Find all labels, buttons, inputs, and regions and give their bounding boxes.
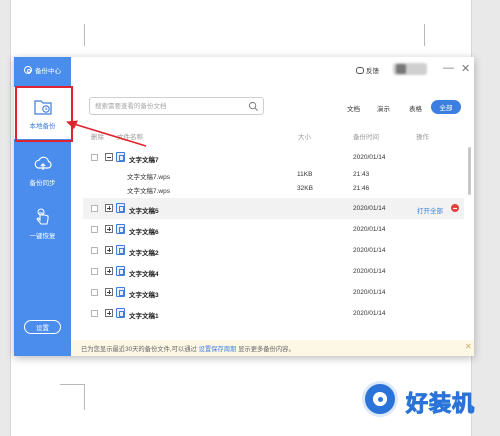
- backup-time: 2020/01/14: [353, 205, 386, 212]
- margin-mark: [84, 384, 85, 410]
- sidebar-item-label: 备份同步: [29, 179, 56, 187]
- collapse-toggle-icon[interactable]: [105, 153, 113, 161]
- row-checkbox[interactable]: [91, 268, 98, 275]
- file-name: 文字文稿7: [129, 157, 159, 164]
- sidebar-item-label: 一键恢复: [29, 232, 56, 240]
- tab-all[interactable]: 全部: [431, 100, 461, 114]
- tab-spreadsheets[interactable]: 表格: [409, 103, 422, 113]
- backup-time: 2020/01/14: [353, 268, 386, 275]
- expand-toggle-icon[interactable]: [105, 309, 113, 317]
- row-checkbox[interactable]: [91, 205, 98, 212]
- subrow-file-name: 文字文稿7.wps: [127, 174, 170, 181]
- chat-icon: [356, 66, 364, 74]
- watermark-logo-icon: [362, 381, 398, 417]
- table-row[interactable]: 文字文稿6 2020/01/14: [83, 219, 464, 240]
- settings-button[interactable]: 设置: [24, 320, 61, 334]
- file-name: 文字文稿4: [129, 271, 159, 278]
- delete-icon[interactable]: [451, 204, 459, 212]
- expand-toggle-icon[interactable]: [105, 246, 113, 254]
- feedback-button[interactable]: 反馈: [356, 65, 379, 75]
- minimize-button[interactable]: —: [443, 62, 454, 74]
- backup-time: 2020/01/14: [353, 247, 386, 254]
- sidebar-header: 备份中心: [14, 57, 71, 83]
- file-name: 文字文稿2: [129, 250, 159, 257]
- subrow-size: 11KB: [297, 171, 313, 178]
- sidebar-item-one-click-restore[interactable]: 一键恢复: [14, 197, 71, 249]
- cloud-upload-icon: [34, 156, 52, 170]
- column-header-ops: 操作: [416, 134, 429, 141]
- backup-time: 2020/01/14: [353, 289, 386, 296]
- document-icon: [116, 152, 125, 162]
- expand-toggle-icon[interactable]: [105, 267, 113, 275]
- backup-time: 2020/01/14: [353, 226, 386, 233]
- footer-notice: 已为您显示最近30天的备份文件,可以通过 设置保存周期 显示更多备份内容。 ✕: [71, 340, 474, 356]
- backup-center-dialog: 备份中心 本地备份 备份同步 一键恢复 设置 反馈 — ✕ 搜索需要查看的备份文…: [14, 57, 474, 356]
- expand-toggle-icon[interactable]: [105, 288, 113, 296]
- watermark-text: 好装机: [405, 391, 476, 417]
- expand-toggle-icon[interactable]: [105, 225, 113, 233]
- row-checkbox[interactable]: [91, 154, 98, 161]
- sidebar-title: 备份中心: [35, 68, 61, 75]
- subrow-time: 21:43: [353, 171, 370, 178]
- row-checkbox[interactable]: [91, 226, 98, 233]
- search-box[interactable]: [89, 97, 264, 115]
- footer-text-start: 已为您显示最近30天的备份文件,可以通过: [81, 346, 197, 353]
- file-name: 文字文稿3: [129, 292, 159, 299]
- margin-mark: [84, 24, 85, 46]
- file-name: 文字文稿1: [129, 313, 159, 320]
- footer-close-button[interactable]: ✕: [465, 342, 472, 351]
- close-button[interactable]: ✕: [461, 62, 470, 75]
- document-icon: [116, 287, 125, 297]
- subrow-time: 21:46: [353, 185, 370, 192]
- subrow[interactable]: 文字文稿7.wps 11KB 21:43: [83, 168, 464, 182]
- margin-mark: [60, 384, 84, 385]
- retention-settings-link[interactable]: 设置保存周期: [199, 346, 237, 353]
- main-panel: 反馈 — ✕ 文档 演示 表格 全部 删除 文件名称 大小 备份时间 操作: [71, 57, 474, 356]
- feedback-label: 反馈: [366, 68, 379, 75]
- document-icon: [116, 224, 125, 234]
- document-icon: [116, 308, 125, 318]
- row-checkbox[interactable]: [91, 289, 98, 296]
- backup-time: 2020/01/14: [353, 310, 386, 317]
- topbar: 反馈 — ✕: [71, 57, 474, 83]
- file-name: 文字文稿6: [129, 229, 159, 236]
- tab-presentations[interactable]: 演示: [377, 103, 390, 113]
- backup-center-icon: [24, 66, 32, 74]
- file-name: 文字文稿5: [129, 208, 159, 215]
- tab-docs[interactable]: 文档: [347, 103, 360, 113]
- backup-time: 2020/01/14: [353, 154, 386, 161]
- footer-text-end: 显示更多备份内容。: [238, 346, 295, 353]
- row-checkbox[interactable]: [91, 247, 98, 254]
- row-checkbox[interactable]: [91, 310, 98, 317]
- subrow-size: 32KB: [297, 185, 313, 192]
- document-icon: [116, 245, 125, 255]
- list-scrollbar[interactable]: [468, 147, 471, 195]
- subrow[interactable]: 文字文稿7.wps 32KB 21:46: [83, 182, 464, 196]
- hand-tap-icon: [35, 208, 49, 225]
- footer-text: 已为您显示最近30天的备份文件,可以通过 设置保存周期 显示更多备份内容。: [81, 344, 295, 353]
- watermark: 好装机: [360, 378, 490, 428]
- table-row[interactable]: 文字文稿2 2020/01/14: [83, 240, 464, 261]
- column-header-size: 大小: [298, 134, 311, 141]
- column-header-time: 备份时间: [353, 134, 379, 141]
- search-icon[interactable]: [248, 101, 259, 112]
- table-row[interactable]: 文字文稿5 2020/01/14 打开全部: [83, 198, 464, 219]
- table-row[interactable]: 文字文稿4 2020/01/14: [83, 261, 464, 282]
- document-icon: [116, 203, 125, 213]
- expand-toggle-icon[interactable]: [105, 204, 113, 212]
- margin-mark: [424, 24, 425, 46]
- red-arrow-icon: [66, 120, 147, 147]
- search-input[interactable]: [95, 101, 245, 112]
- document-icon: [116, 266, 125, 276]
- sidebar-item-backup-sync[interactable]: 备份同步: [14, 144, 71, 196]
- table-row[interactable]: 文字文稿7 2020/01/14: [83, 147, 464, 168]
- user-avatar[interactable]: [393, 63, 427, 75]
- open-all-link[interactable]: 打开全部: [417, 205, 443, 215]
- subrow-file-name: 文字文稿7.wps: [127, 188, 170, 195]
- table-row[interactable]: 文字文稿1 2020/01/14: [83, 303, 464, 324]
- table-row[interactable]: 文字文稿3 2020/01/14: [83, 282, 464, 303]
